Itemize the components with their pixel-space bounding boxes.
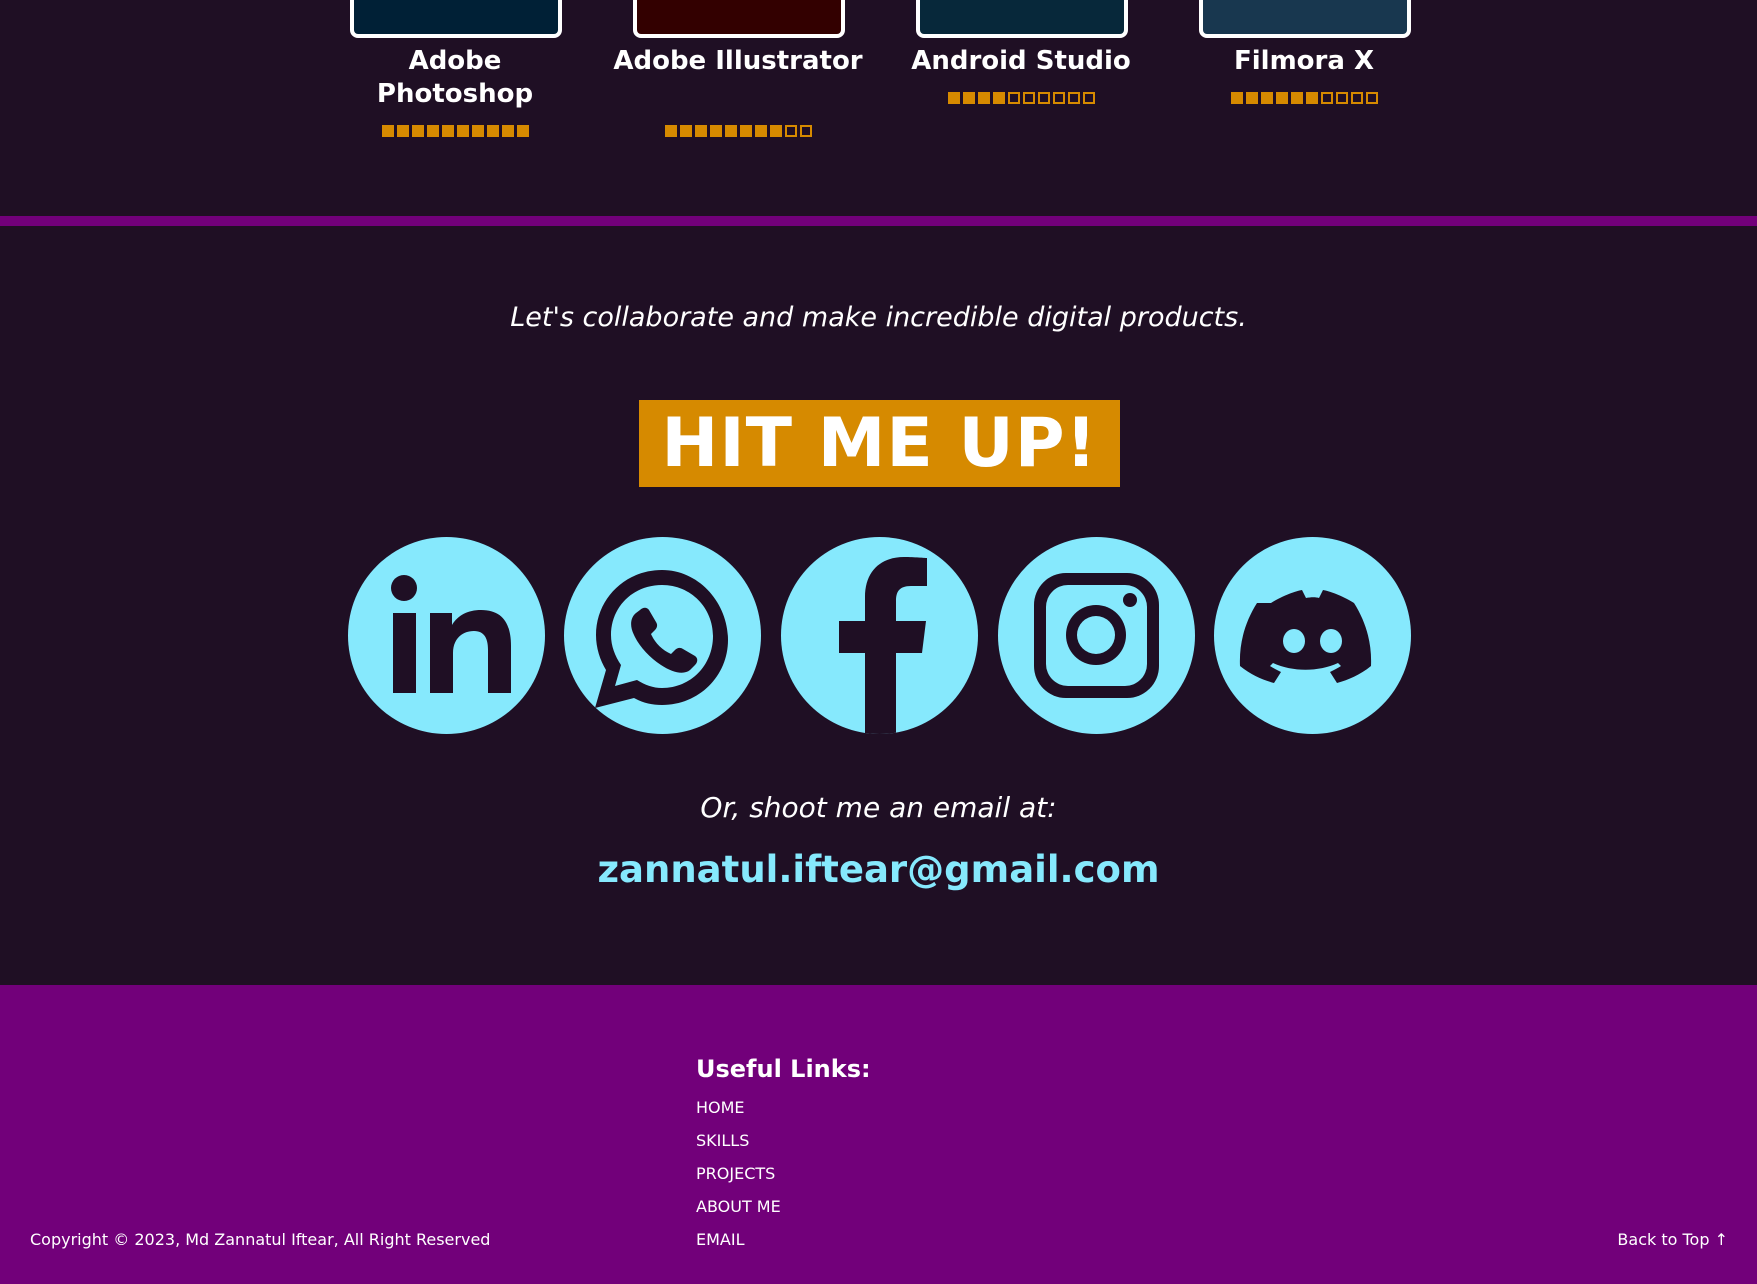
- skill-name: Adobe Photoshop: [376, 46, 534, 109]
- copyright-text: Copyright © 2023, Md Zannatul Iftear, Al…: [30, 1230, 491, 1249]
- useful-links-title: Useful Links:: [696, 1055, 871, 1083]
- rating-filled-square: [396, 125, 409, 137]
- rating-filled-square: [381, 125, 394, 137]
- rating-empty-square: [1022, 92, 1035, 104]
- rating-filled-square: [947, 92, 960, 104]
- skill-name: Android Studio: [911, 46, 1131, 76]
- rating-filled-square: [471, 125, 484, 137]
- rating-filled-square: [1245, 92, 1258, 104]
- skills-section: Adobe Photoshop Adobe Illustrator Androi…: [0, 0, 1757, 217]
- footer-link-home[interactable]: HOME: [696, 1098, 745, 1117]
- rating-filled-square: [426, 125, 439, 137]
- list-item: HOME: [696, 1098, 781, 1131]
- skill-rating: [1198, 92, 1410, 104]
- rating-filled-square: [411, 125, 424, 137]
- skill-rating: [349, 125, 561, 137]
- rating-filled-square: [1275, 92, 1288, 104]
- useful-links-list: HOME SKILLS PROJECTS ABOUT ME EMAIL: [696, 1098, 781, 1263]
- rating-empty-square: [1335, 92, 1348, 104]
- list-item: SKILLS: [696, 1131, 781, 1164]
- list-item: PROJECTS: [696, 1164, 781, 1197]
- footer-link-skills[interactable]: SKILLS: [696, 1131, 749, 1150]
- rating-filled-square: [501, 125, 514, 137]
- skill-name: Adobe Illustrator: [613, 46, 863, 76]
- facebook-link[interactable]: [781, 537, 978, 734]
- rating-filled-square: [1290, 92, 1303, 104]
- rating-filled-square: [456, 125, 469, 137]
- rating-filled-square: [739, 125, 752, 137]
- rating-filled-square: [486, 125, 499, 137]
- whatsapp-icon: [595, 570, 728, 708]
- rating-empty-square: [1037, 92, 1050, 104]
- rating-filled-square: [1230, 92, 1243, 104]
- rating-filled-square: [1260, 92, 1273, 104]
- rating-empty-square: [1082, 92, 1095, 104]
- skill-thumbnail: [633, 0, 845, 38]
- rating-filled-square: [664, 125, 677, 137]
- facebook-icon: [839, 557, 927, 734]
- skill-rating: [915, 92, 1127, 104]
- instagram-link[interactable]: [998, 537, 1195, 734]
- rating-filled-square: [992, 92, 1005, 104]
- list-item: ABOUT ME: [696, 1197, 781, 1230]
- discord-icon: [1239, 590, 1372, 683]
- footer: Useful Links: HOME SKILLS PROJECTS ABOUT…: [0, 985, 1757, 1284]
- footer-link-email[interactable]: EMAIL: [696, 1230, 745, 1249]
- footer-link-projects[interactable]: PROJECTS: [696, 1164, 775, 1183]
- linkedin-icon: [391, 575, 511, 693]
- social-links: [348, 537, 1411, 735]
- rating-empty-square: [1052, 92, 1065, 104]
- rating-filled-square: [724, 125, 737, 137]
- footer-link-about-me[interactable]: ABOUT ME: [696, 1197, 781, 1216]
- instagram-icon: [1034, 573, 1159, 698]
- rating-filled-square: [977, 92, 990, 104]
- whatsapp-link[interactable]: [564, 537, 761, 734]
- hit-me-up-button[interactable]: HIT ME UP!: [639, 400, 1120, 487]
- rating-filled-square: [679, 125, 692, 137]
- skill-thumbnail: [1199, 0, 1411, 38]
- skill-rating: [632, 125, 844, 137]
- rating-filled-square: [1305, 92, 1318, 104]
- rating-empty-square: [1067, 92, 1080, 104]
- rating-filled-square: [962, 92, 975, 104]
- list-item: EMAIL: [696, 1230, 781, 1263]
- contact-tagline: Let's collaborate and make incredible di…: [510, 302, 1247, 333]
- skill-thumbnail: [916, 0, 1128, 38]
- rating-filled-square: [754, 125, 767, 137]
- rating-empty-square: [784, 125, 797, 137]
- rating-filled-square: [441, 125, 454, 137]
- skill-thumbnail: [350, 0, 562, 38]
- email-prompt: Or, shoot me an email at:: [700, 791, 1057, 824]
- rating-empty-square: [1350, 92, 1363, 104]
- rating-empty-square: [1007, 92, 1020, 104]
- skill-name: Filmora X: [1233, 46, 1374, 76]
- rating-filled-square: [769, 125, 782, 137]
- rating-filled-square: [709, 125, 722, 137]
- discord-link[interactable]: [1214, 537, 1411, 734]
- email-link[interactable]: zannatul.iftear@gmail.com: [0, 848, 1757, 891]
- rating-empty-square: [799, 125, 812, 137]
- rating-filled-square: [516, 125, 529, 137]
- rating-filled-square: [694, 125, 707, 137]
- rating-empty-square: [1320, 92, 1333, 104]
- rating-empty-square: [1365, 92, 1378, 104]
- back-to-top-link[interactable]: Back to Top ↑: [1617, 1230, 1728, 1249]
- linkedin-link[interactable]: [348, 537, 545, 734]
- section-divider: [0, 216, 1757, 226]
